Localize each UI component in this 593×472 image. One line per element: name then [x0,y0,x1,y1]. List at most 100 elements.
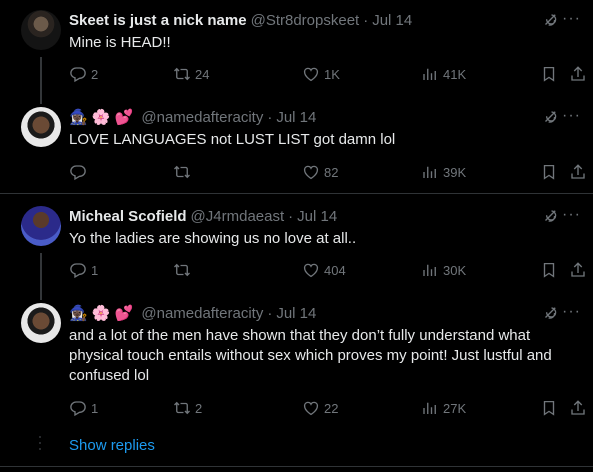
reply-icon [69,163,87,181]
bookmark-icon [540,163,558,181]
grok-icon[interactable] [541,207,559,225]
thread-dots [39,436,42,454]
conversation-divider [0,193,593,194]
show-replies-link[interactable]: Show replies [69,437,155,454]
more-options-icon[interactable]: ··· [562,206,581,224]
separator-dot: · [267,304,273,322]
retweet-count: 24 [195,66,210,82]
share-button[interactable] [569,162,591,182]
timestamp[interactable]: Jul 14 [372,12,412,29]
view-count: 30K [443,262,467,278]
action-bar: 1 2 22 27K [69,398,585,418]
like-button[interactable]: 22 [302,398,338,418]
grok-icon[interactable] [541,11,559,29]
bookmark-button[interactable] [540,64,562,84]
user-handle[interactable]: @Str8dropskeet [251,12,360,29]
retweet-icon [173,261,191,279]
tweet-header: 🧙🏿‍♀️ 🌸 💕 @namedafteracity · Jul 14 [69,303,316,323]
heart-icon [302,65,320,83]
reply-icon [69,399,87,417]
separator-dot: · [267,108,273,126]
avatar[interactable] [21,10,61,50]
reply-icon [69,261,87,279]
tweet[interactable]: 🧙🏿‍♀️ 🌸 💕 @namedafteracity · Jul 14 ··· … [0,296,593,428]
tweet[interactable]: Micheal Scofield @J4rmdaeast · Jul 14 ··… [0,198,593,294]
views-button[interactable]: 27K [421,398,466,418]
views-icon [421,65,439,83]
share-button[interactable] [569,398,591,418]
retweet-button[interactable] [173,162,195,182]
user-handle[interactable]: @namedafteracity [141,109,263,126]
tweet-text: Yo the ladies are showing us no love at … [69,230,357,247]
views-icon [421,163,439,181]
user-handle[interactable]: @namedafteracity [141,305,263,322]
tweet[interactable]: Skeet is just a nick name @Str8dropskeet… [0,0,593,100]
avatar[interactable] [21,206,61,246]
separator-dot: · [363,11,369,29]
more-options-icon[interactable]: ··· [562,10,581,28]
like-count: 1K [324,66,340,82]
more-options-icon[interactable]: ··· [562,107,581,125]
share-icon [569,261,587,279]
display-name[interactable]: Micheal Scofield [69,208,187,225]
like-count: 22 [324,400,339,416]
heart-icon [302,163,320,181]
action-bar: 82 39K [69,162,585,182]
name-emojis[interactable]: 🧙🏿‍♀️ 🌸 💕 [69,304,133,322]
view-count: 27K [443,400,467,416]
retweet-button[interactable]: 2 [173,398,202,418]
bookmark-icon [540,261,558,279]
tweet-text: and a lot of the men have shown that the… [69,327,552,384]
share-icon [569,163,587,181]
timestamp[interactable]: Jul 14 [297,208,337,225]
share-button[interactable] [569,260,591,280]
views-button[interactable]: 41K [421,64,466,84]
share-icon [569,65,587,83]
tweet-header: Skeet is just a nick name @Str8dropskeet… [69,10,412,30]
timestamp[interactable]: Jul 14 [276,305,316,322]
action-bar: 1 404 30K [69,260,585,280]
bookmark-button[interactable] [540,260,562,280]
more-options-icon[interactable]: ··· [562,303,581,321]
bookmark-icon [540,65,558,83]
view-count: 39K [443,164,467,180]
timestamp[interactable]: Jul 14 [276,109,316,126]
share-icon [569,399,587,417]
share-button[interactable] [569,64,591,84]
user-handle[interactable]: @J4rmdaeast [191,208,285,225]
bookmark-icon [540,399,558,417]
reply-button[interactable]: 1 [69,260,98,280]
retweet-count: 2 [195,400,203,416]
bookmark-button[interactable] [540,398,562,418]
reply-button[interactable]: 1 [69,398,98,418]
heart-icon [302,399,320,417]
like-count: 82 [324,164,339,180]
retweet-icon [173,399,191,417]
reply-count: 2 [91,66,99,82]
heart-icon [302,261,320,279]
avatar[interactable] [21,107,61,147]
tweet-text: Mine is HEAD!! [69,34,171,51]
grok-icon[interactable] [541,304,559,322]
reply-button[interactable] [69,162,91,182]
like-button[interactable]: 1K [302,64,340,84]
retweet-icon [173,163,191,181]
views-button[interactable]: 39K [421,162,466,182]
retweet-button[interactable] [173,260,195,280]
like-button[interactable]: 404 [302,260,346,280]
separator-dot: · [288,207,294,225]
name-emojis[interactable]: 🧙🏿‍♀️ 🌸 💕 [69,108,133,126]
bookmark-button[interactable] [540,162,562,182]
like-button[interactable]: 82 [302,162,338,182]
retweet-button[interactable]: 24 [173,64,209,84]
reply-icon [69,65,87,83]
view-count: 41K [443,66,467,82]
views-button[interactable]: 30K [421,260,466,280]
tweet[interactable]: 🧙🏿‍♀️ 🌸 💕 @namedafteracity · Jul 14 ··· … [0,100,593,192]
reply-count: 1 [91,262,99,278]
avatar[interactable] [21,303,61,343]
grok-icon[interactable] [541,108,559,126]
reply-button[interactable]: 2 [69,64,98,84]
tweet-header: Micheal Scofield @J4rmdaeast · Jul 14 [69,206,337,226]
display-name[interactable]: Skeet is just a nick name [69,12,247,29]
